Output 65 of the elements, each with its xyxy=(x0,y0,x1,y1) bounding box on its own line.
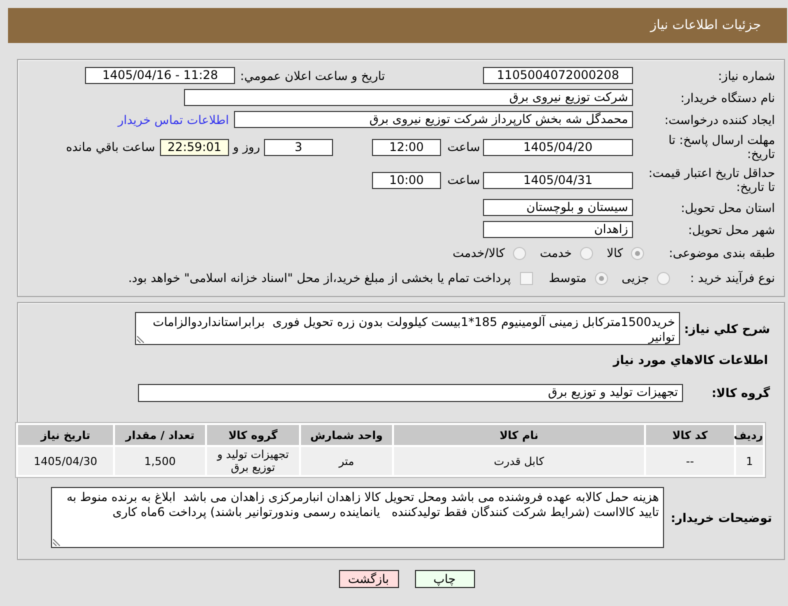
table-cell: 1 xyxy=(736,447,763,475)
city-field[interactable]: زاهدان xyxy=(483,221,633,238)
resize-grip-icon[interactable] xyxy=(53,539,60,546)
table-cell: 1405/04/30 xyxy=(18,447,113,475)
table-cell: کابل قدرت xyxy=(394,447,644,475)
description-field[interactable]: خرید1500مترکابل زمینی آلومینیوم 185*1بیست کیلوولت بدون زره تحویل فوری برابراستانداردوالزامات توانیر xyxy=(135,312,680,345)
field-label: شهر محل تحویل: xyxy=(687,222,775,236)
province-field[interactable]: سیستان و بلوچستان xyxy=(483,199,633,216)
checkbox[interactable] xyxy=(520,272,533,284)
option-label: خدمت xyxy=(540,246,572,260)
field-label: گروه کالا: xyxy=(710,386,770,400)
remaining-time-field[interactable]: 22:59:01 xyxy=(160,138,229,156)
column-header: کد کالا xyxy=(646,425,734,445)
field-label: شرح كلي نیاز: xyxy=(683,322,770,336)
option-label: کالا xyxy=(606,246,623,260)
field-label: روز و xyxy=(232,140,260,154)
time-field[interactable]: 12:00 xyxy=(372,138,441,156)
field-label: نوع فرآیند خرید : xyxy=(689,271,775,285)
need-number-field[interactable]: 1105004072000208 xyxy=(483,67,633,84)
column-header: گروه کالا xyxy=(207,425,299,445)
option-label: متوسط xyxy=(548,271,587,285)
option-label: جزیی xyxy=(622,271,649,285)
field-label: شماره نیاز: xyxy=(717,68,775,82)
field-label: ساعت باقي مانده xyxy=(66,140,155,154)
section-title: اطلاعات كالاهاي مورد نیاز xyxy=(613,353,768,367)
field-label: استان محل تحویل: xyxy=(680,200,775,214)
field-label: طبقه بندی موضوعی: xyxy=(668,246,775,260)
radio-button[interactable] xyxy=(594,272,608,284)
field-label: ساعت xyxy=(446,140,480,154)
radio-button[interactable] xyxy=(657,272,670,284)
buyer-org-field[interactable]: شرکت توزیع نیروی برق xyxy=(184,89,633,106)
announcement-date-field[interactable]: 1405/04/16 - 11:28 xyxy=(85,67,236,84)
back-button[interactable]: بازگشت xyxy=(338,570,398,588)
field-label: مهلت ارسال پاسخ: تا تاریخ: xyxy=(667,133,775,161)
requester-field[interactable]: محمدگل شه بخش کارپرداز شرکت توزیع نیروی برق xyxy=(234,111,633,128)
column-header: تاریخ نیاز xyxy=(18,425,113,445)
column-header: نام کالا xyxy=(394,425,644,445)
page-title: جزئیات اطلاعات نیاز xyxy=(650,18,761,33)
field-label: تاریخ و ساعت اعلان عمومي: xyxy=(240,68,385,82)
date-field[interactable]: 1405/04/20 xyxy=(483,138,633,156)
days-field[interactable]: 3 xyxy=(264,138,333,156)
resize-grip-icon[interactable] xyxy=(137,336,144,343)
field-label: توضیحات خریدار: xyxy=(670,510,772,524)
table-cell: 1,500 xyxy=(115,447,205,475)
goods-group-field[interactable]: تجهیزات تولید و توزیع برق xyxy=(138,384,683,402)
option-label: کالا/خدمت xyxy=(452,246,505,260)
field-label: ساعت xyxy=(446,173,480,187)
checkbox-label: پرداخت تمام یا بخشی از مبلغ خرید،از محل "اسناد خزانه اسلامی" خواهد بود. xyxy=(128,271,511,285)
table-cell: تجهیزات تولید و توزیع برق xyxy=(207,447,299,475)
radio-button[interactable] xyxy=(631,246,644,260)
time-field[interactable]: 10:00 xyxy=(372,172,441,188)
column-header: تعداد / مقدار xyxy=(115,425,205,445)
radio-button[interactable] xyxy=(580,246,593,260)
field-label: حداقل تاریخ اعتبار قیمت: تا تاریخ: xyxy=(647,166,775,194)
table-cell: متر xyxy=(301,447,392,475)
radio-button[interactable] xyxy=(512,246,526,260)
field-label: نام دستگاه خریدار: xyxy=(680,90,775,104)
contact-info-link[interactable]: اطلاعات تماس خریدار xyxy=(118,112,229,126)
field-label: ایجاد کننده درخواست: xyxy=(663,112,775,126)
column-header: واحد شمارش xyxy=(301,425,392,445)
date-field[interactable]: 1405/04/31 xyxy=(483,172,633,188)
table-cell: -- xyxy=(646,447,734,475)
buyer-notes-field[interactable]: هزینه حمل کالابه عهده فروشنده می باشد ومحل تحویل کالا زاهدان انبارمرکزی زاهدان می باشد ابلاغ به برنده منوط به تایید کالااست (شرایط شرکت کنندگان فقط تولیدکننده یانماینده رسمی وندورتوانیر باشند) پرداخت 6ماه کاری xyxy=(51,487,664,548)
column-header: ردیف xyxy=(736,425,763,445)
print-button[interactable]: چاپ xyxy=(414,570,474,588)
